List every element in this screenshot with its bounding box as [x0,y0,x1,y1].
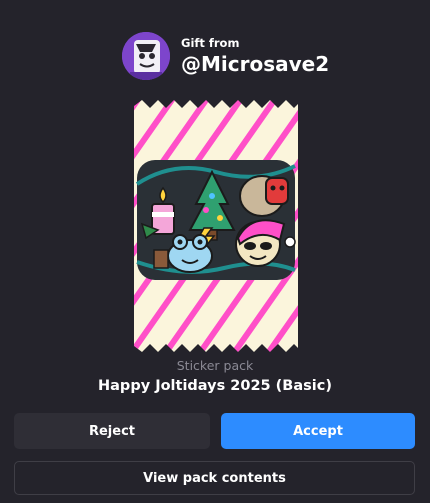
accept-button[interactable]: Accept [221,413,415,449]
gift-username[interactable]: @Microsave2 [181,51,329,77]
gift-from-label: Gift from [181,35,240,50]
avatar-image [122,32,170,80]
view-pack-contents-button[interactable]: View pack contents [14,461,415,495]
avatar[interactable] [122,32,170,80]
gift-header: Gift from @Microsave2 [122,32,329,80]
sticker-pack-image [134,100,298,352]
pack-type-label: Sticker pack [176,358,254,373]
reject-button[interactable]: Reject [14,413,210,449]
pack-name: Happy Joltidays 2025 (Basic) [98,378,332,394]
